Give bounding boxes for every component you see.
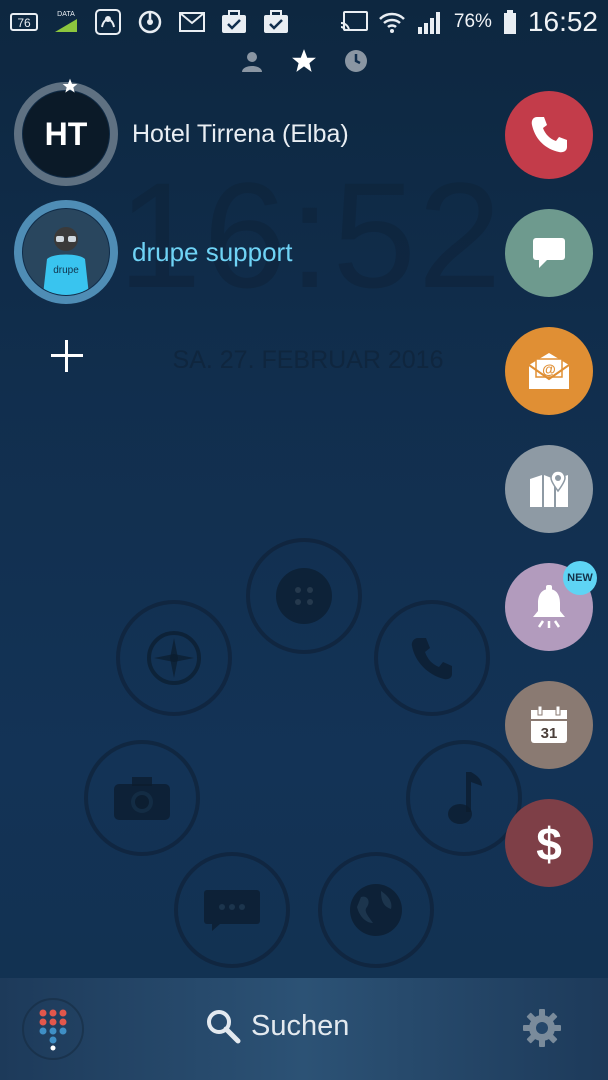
tab-recent[interactable]: [343, 48, 369, 74]
settings-button[interactable]: [518, 1004, 566, 1052]
tab-favorites[interactable]: [291, 48, 317, 74]
person-icon: [242, 52, 262, 72]
briefcase-check-icon: [262, 8, 290, 36]
search-field[interactable]: Suchen: [205, 1008, 349, 1044]
app-circle-phone[interactable]: [374, 600, 490, 716]
bottom-bar: Suchen: [0, 978, 608, 1080]
dialpad-icon: [39, 1009, 67, 1051]
avatar[interactable]: drupe: [14, 200, 118, 304]
star-icon: [292, 49, 316, 72]
app-circle-dialer[interactable]: [246, 538, 362, 654]
compass-icon: [147, 631, 201, 685]
drupe-avatar-image: drupe: [23, 209, 109, 295]
map-button[interactable]: [505, 445, 593, 533]
camera-icon: [114, 777, 170, 820]
email-button[interactable]: @: [505, 327, 593, 415]
calendar-icon: 31: [531, 705, 567, 743]
mail-icon: [178, 8, 206, 36]
reminder-button[interactable]: NEW: [505, 561, 597, 651]
clock-icon: [345, 50, 367, 72]
tab-contacts[interactable]: [239, 48, 265, 74]
notification-badge-text: 76: [17, 16, 31, 30]
svg-text:$: $: [536, 818, 562, 868]
calendar-button[interactable]: 31: [505, 681, 593, 769]
wifi-icon: [378, 8, 406, 36]
app-circle-browser[interactable]: [318, 852, 434, 968]
data-icon: DATA: [52, 8, 80, 36]
contact-tabs: [0, 48, 608, 80]
contact-name: Hotel Tirrena (Elba): [132, 119, 349, 148]
status-time: 16:52: [527, 6, 598, 37]
contact-hotel-tirrena[interactable]: HT Hotel Tirrena (Elba): [14, 78, 349, 186]
contact-drupe-support[interactable]: drupe drupe support: [14, 200, 292, 304]
phone-icon: [531, 117, 567, 153]
map-icon: [530, 470, 568, 507]
music-note-icon: [448, 772, 482, 824]
battery-icon: [502, 8, 518, 36]
payment-button[interactable]: $: [505, 799, 593, 887]
app-circle-compass[interactable]: [116, 600, 232, 716]
add-favorite-button[interactable]: [48, 337, 86, 375]
data-label: DATA: [57, 11, 75, 18]
email-icon: @: [528, 353, 570, 389]
avatar-initials: HT: [23, 91, 109, 177]
favorite-star-icon: [62, 78, 78, 93]
message-bubble-icon: [204, 890, 260, 931]
notification-icons: 76 DATA: [10, 8, 290, 36]
system-icons: 76% 16:52: [340, 6, 598, 38]
avatar-shirt-label: drupe: [53, 265, 79, 276]
chat-icon: [533, 238, 565, 268]
dialer-app-icon: [276, 568, 332, 624]
globe-icon: [350, 884, 402, 936]
app-circle-messages[interactable]: [174, 852, 290, 968]
call-button[interactable]: [505, 91, 593, 179]
briefcase-check-icon: [220, 8, 248, 36]
avatar[interactable]: HT: [14, 78, 118, 186]
new-badge: NEW: [563, 561, 597, 595]
cast-icon: [340, 8, 368, 36]
notification-badge-icon: 76: [10, 8, 38, 36]
app-notification-icon: [94, 8, 122, 36]
gear-icon: [523, 1009, 561, 1047]
search-icon: [207, 1010, 241, 1044]
signal-icon: [416, 8, 444, 36]
battery-percent: 76%: [453, 11, 492, 32]
power-icon: [136, 8, 164, 36]
bell-icon: [533, 585, 565, 628]
calendar-date: 31: [541, 725, 558, 742]
app-circle-camera[interactable]: [84, 740, 200, 856]
status-bar: 76 DATA 76% 16:52: [0, 0, 608, 44]
dialpad-button[interactable]: [22, 998, 84, 1060]
plus-icon: [51, 340, 83, 372]
phone-app-icon: [411, 638, 452, 680]
contact-name: drupe support: [132, 236, 293, 267]
lockscreen-date: SA. 27. FEBRUAR 2016: [172, 346, 444, 374]
dollar-icon: $: [536, 818, 562, 868]
search-label: Suchen: [251, 1009, 350, 1042]
message-button[interactable]: [505, 209, 593, 297]
